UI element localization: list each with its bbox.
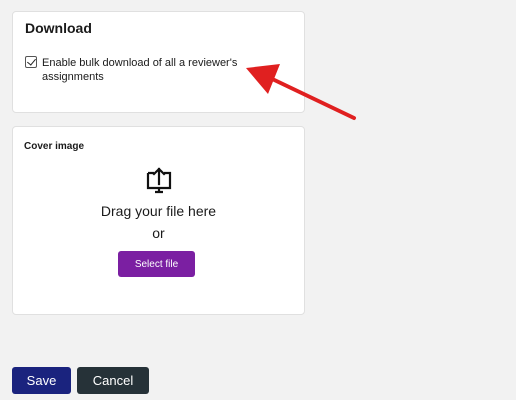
download-section-title: Download <box>25 20 92 36</box>
or-text: or <box>152 225 165 241</box>
select-file-button[interactable]: Select file <box>118 251 195 277</box>
save-button[interactable]: Save <box>12 367 71 394</box>
drag-file-text: Drag your file here <box>100 203 217 219</box>
cover-image-section: Cover image Drag your file here or Selec… <box>12 126 305 315</box>
cancel-button[interactable]: Cancel <box>77 367 149 394</box>
download-section: Download Enable bulk download of all a r… <box>12 11 305 113</box>
bulk-download-label[interactable]: Enable bulk download of all a reviewer's… <box>42 56 265 84</box>
upload-icon <box>146 167 172 194</box>
bulk-download-option[interactable]: Enable bulk download of all a reviewer's… <box>25 56 265 84</box>
page: Download Enable bulk download of all a r… <box>0 0 516 400</box>
bulk-download-checkbox[interactable] <box>25 56 37 68</box>
cover-image-title: Cover image <box>24 141 85 152</box>
